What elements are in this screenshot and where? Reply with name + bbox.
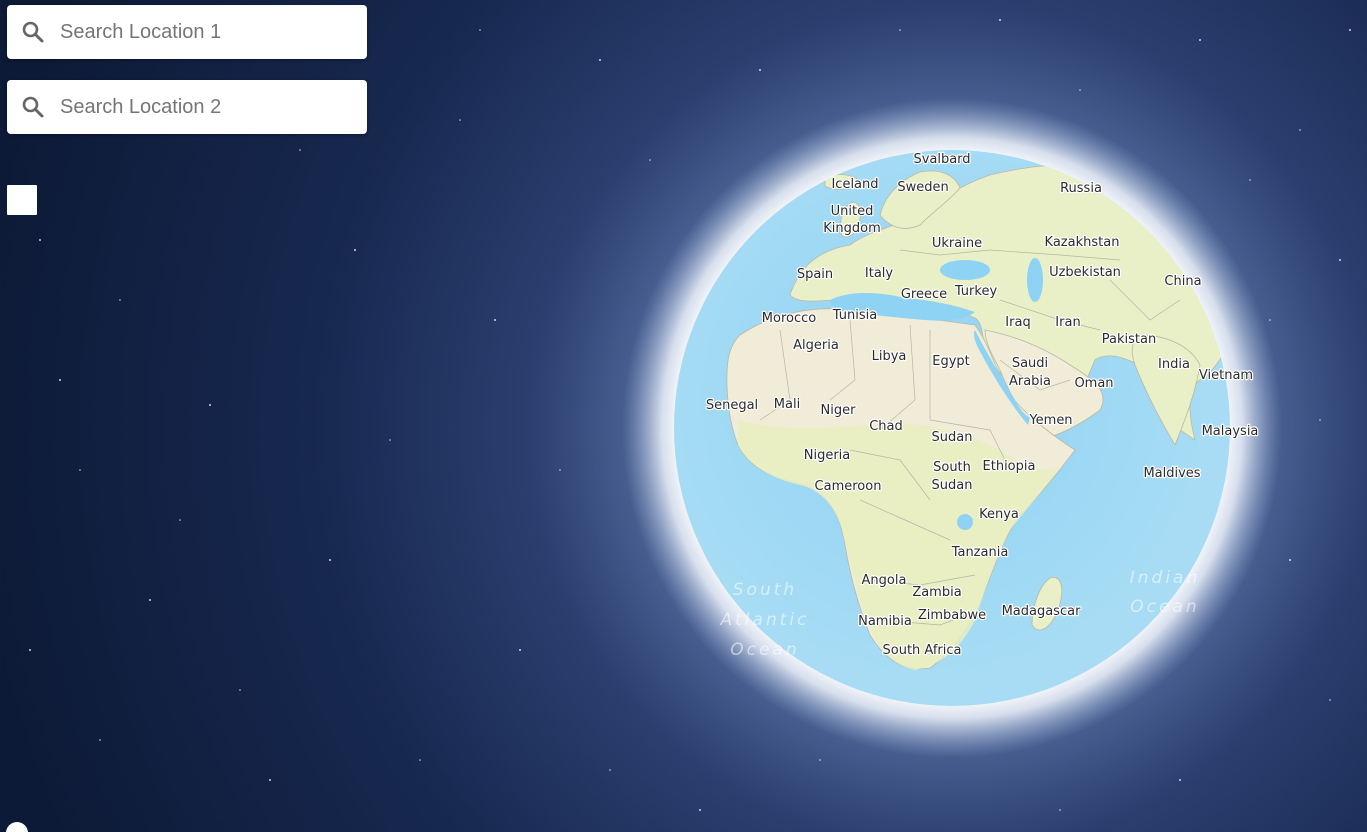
label-zimbabwe: Zimbabwe [918, 608, 986, 623]
label-ethiopia: Ethiopia [983, 459, 1036, 474]
label-maldives: Maldives [1143, 466, 1200, 481]
black-sea [940, 260, 990, 280]
label-oman: Oman [1074, 376, 1113, 391]
label-nigeria: Nigeria [804, 448, 851, 463]
label-iceland: Iceland [831, 177, 878, 192]
ocean-label-atlantic: Atlantic [720, 610, 810, 630]
label-spain: Spain [797, 267, 833, 282]
caspian-sea [1027, 258, 1043, 302]
label-sweden: Sweden [897, 180, 948, 195]
search-location-2-input[interactable] [60, 95, 340, 119]
lake-victoria [957, 514, 973, 530]
label-yemen: Yemen [1028, 413, 1072, 428]
label-niger: Niger [821, 403, 857, 418]
label-south-africa: South Africa [883, 643, 962, 658]
label-iraq: Iraq [1005, 315, 1030, 330]
label-united: United [831, 204, 874, 219]
label-senegal: Senegal [706, 398, 758, 413]
label-zambia: Zambia [912, 585, 961, 600]
search-location-2-box[interactable] [7, 80, 367, 134]
label-italy: Italy [865, 266, 894, 281]
label-tanzania: Tanzania [951, 545, 1009, 560]
label-kenya: Kenya [979, 507, 1019, 522]
ocean-label-indian: Indian [1130, 568, 1201, 588]
label-chad: Chad [869, 419, 903, 434]
label-turkey: Turkey [954, 284, 998, 299]
label-libya: Libya [872, 349, 907, 364]
label-vietnam: Vietnam [1199, 368, 1253, 383]
label-mali: Mali [774, 397, 800, 412]
label-angola: Angola [862, 573, 907, 588]
label-iran: Iran [1055, 315, 1080, 330]
label-saudi: Saudi [1012, 356, 1048, 371]
search-location-1-box[interactable] [7, 5, 367, 59]
label-kazakhstan: Kazakhstan [1045, 235, 1120, 250]
label-egypt: Egypt [932, 354, 970, 369]
map-control-button[interactable] [7, 185, 37, 215]
label-south-sudan-1: South [933, 460, 971, 475]
label-india: India [1158, 357, 1190, 372]
ocean-label-ocean-1: Ocean [730, 640, 799, 660]
label-kingdom: Kingdom [823, 221, 881, 236]
label-greece: Greece [901, 287, 947, 302]
search-icon [21, 20, 45, 44]
label-tunisia: Tunisia [832, 308, 877, 323]
search-location-1-input[interactable] [60, 20, 340, 44]
label-svalbard: Svalbard [913, 152, 970, 167]
ocean-label-south: South [733, 580, 797, 600]
label-algeria: Algeria [793, 338, 839, 353]
label-sudan: Sudan [932, 430, 973, 445]
label-arabia: Arabia [1009, 374, 1051, 389]
label-morocco: Morocco [762, 311, 816, 326]
ocean-label-ocean-2: Ocean [1130, 597, 1199, 617]
search-icon [21, 95, 45, 119]
label-malaysia: Malaysia [1202, 424, 1259, 439]
label-china: China [1164, 274, 1201, 289]
label-pakistan: Pakistan [1102, 332, 1156, 347]
label-russia: Russia [1060, 181, 1102, 196]
label-uzbekistan: Uzbekistan [1049, 265, 1121, 280]
label-cameroon: Cameroon [815, 479, 882, 494]
label-madagascar: Madagascar [1002, 604, 1082, 619]
label-ukraine: Ukraine [932, 236, 982, 251]
label-south-sudan-2: Sudan [932, 478, 973, 493]
label-namibia: Namibia [858, 614, 912, 629]
